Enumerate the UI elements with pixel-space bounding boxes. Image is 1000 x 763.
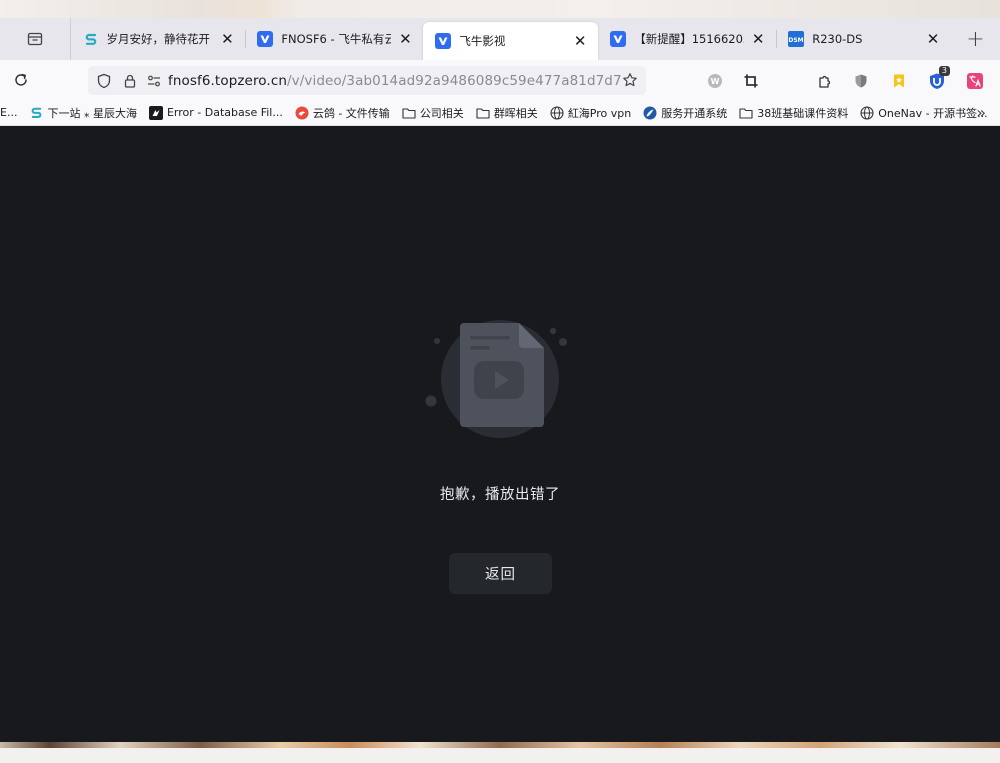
translate-extension-button[interactable] bbox=[960, 66, 990, 96]
url-text[interactable]: fnosf6.topzero.cn/v/video/3ab014ad92a948… bbox=[168, 73, 622, 89]
tab-new-reminder[interactable]: 【新提醒】15166205993 ✕ bbox=[598, 18, 776, 60]
tab-feiniu-video[interactable]: 飞牛影视 ✕ bbox=[423, 22, 599, 60]
globe-icon bbox=[860, 105, 874, 120]
close-tab-icon[interactable]: ✕ bbox=[925, 30, 941, 48]
url-path: /v/video/3ab014ad92a9486089c59e477a81d7d… bbox=[287, 72, 622, 89]
url-bar[interactable]: fnosf6.topzero.cn/v/video/3ab014ad92a948… bbox=[88, 66, 646, 95]
shield-icon[interactable] bbox=[96, 73, 112, 89]
bookmark-folder[interactable]: 38班基础课件资料 bbox=[733, 100, 854, 126]
close-tab-icon[interactable]: ✕ bbox=[572, 32, 588, 50]
close-tab-icon[interactable]: ✕ bbox=[219, 30, 235, 48]
bookmark-item[interactable]: 服务开通系统 bbox=[637, 100, 733, 126]
desktop-wallpaper-bottom bbox=[0, 742, 1000, 763]
error-icon bbox=[148, 105, 163, 120]
bookmark-extension-button[interactable] bbox=[884, 66, 914, 96]
tab-manager-button[interactable] bbox=[0, 18, 71, 60]
w-extension-icon: W bbox=[708, 73, 722, 88]
tab-suiyue[interactable]: 岁月安好，静待花开 ✕ bbox=[71, 18, 246, 60]
bookmark-label: 群晖相关 bbox=[493, 106, 538, 120]
tab-title: 飞牛影视 bbox=[459, 34, 506, 48]
bookmark-item[interactable]: Error - Database Fil... bbox=[143, 100, 289, 126]
fnos-icon bbox=[257, 31, 274, 47]
bookmark-label: 下一站 ⁎ 星辰大海 bbox=[47, 106, 137, 120]
url-domain: fnosf6.topzero.cn bbox=[168, 72, 287, 89]
bookmark-label: 云鸽 - 文件传输 bbox=[312, 106, 390, 120]
bookmark-label: 紅海Pro vpn bbox=[567, 106, 632, 120]
back-button[interactable]: 返回 bbox=[449, 553, 552, 594]
bookmark-label: 38班基础课件资料 bbox=[757, 106, 849, 120]
tab-r230-ds[interactable]: DSM R230-DS ✕ bbox=[776, 18, 951, 60]
browser-window: 岁月安好，静待花开 ✕ FNOSF6 - 飞牛私有云fnOS ✕ 飞牛影视 ✕ … bbox=[0, 18, 1000, 744]
w-extension-button[interactable]: W bbox=[700, 66, 730, 96]
crop-icon bbox=[744, 74, 758, 87]
tab-title: R230-DS bbox=[812, 32, 863, 46]
privacy-shield-button[interactable] bbox=[846, 66, 876, 96]
translate-icon bbox=[967, 72, 983, 89]
bookmark-folder[interactable]: 群晖相关 bbox=[470, 100, 544, 126]
archive-box-icon bbox=[27, 32, 42, 46]
close-tab-icon[interactable]: ✕ bbox=[750, 30, 766, 48]
close-tab-icon[interactable]: ✕ bbox=[397, 30, 413, 48]
tab-fnosf6[interactable]: FNOSF6 - 飞牛私有云fnOS ✕ bbox=[245, 18, 423, 60]
fnos-icon bbox=[435, 33, 452, 49]
cloud-pigeon-icon bbox=[295, 106, 309, 120]
bookmarks-toolbar: E... 下一站 ⁎ 星辰大海 Error - Database Fil... … bbox=[0, 100, 1000, 126]
tab-title: FNOSF6 - 飞牛私有云fnOS bbox=[281, 32, 392, 46]
privacy-shield-icon bbox=[855, 74, 867, 87]
dsm-badge-text: DSM bbox=[789, 37, 804, 44]
bookmark-label: 服务开通系统 bbox=[661, 106, 728, 120]
bookmark-item[interactable]: 云鸽 - 文件传输 bbox=[289, 100, 396, 126]
bookmark-item[interactable]: 下一站 ⁎ 星辰大海 bbox=[23, 100, 143, 126]
bookmark-folder[interactable]: 公司相关 bbox=[396, 100, 470, 126]
folder-icon bbox=[739, 106, 753, 120]
extensions-button[interactable] bbox=[810, 66, 840, 96]
desktop-wallpaper-top bbox=[0, 0, 1000, 18]
extensions-area: W 3 bbox=[700, 65, 990, 96]
playback-error-message: 抱歉，播放出错了 bbox=[440, 487, 560, 503]
reload-button[interactable] bbox=[6, 65, 36, 95]
nav-toolbar: fnosf6.topzero.cn/v/video/3ab014ad92a948… bbox=[0, 60, 1000, 100]
bookmark-label: 公司相关 bbox=[419, 106, 464, 120]
more-bookmarks-chevron-icon[interactable]: » bbox=[970, 100, 992, 126]
bookmark-truncated[interactable]: E... bbox=[0, 100, 23, 126]
yellow-bookmark-icon bbox=[894, 74, 904, 87]
lock-icon[interactable] bbox=[122, 73, 138, 89]
bookmark-item[interactable]: 紅海Pro vpn bbox=[544, 100, 637, 126]
tab-title: 岁月安好，静待花开 bbox=[106, 32, 211, 46]
new-tab-button[interactable]: + bbox=[951, 18, 1000, 60]
crop-extension-button[interactable] bbox=[736, 66, 766, 96]
folder-icon bbox=[402, 106, 416, 120]
video-player-page: 抱歉，播放出错了 返回 bbox=[0, 126, 1000, 744]
u-extension-button[interactable]: 3 bbox=[922, 65, 952, 96]
reload-icon bbox=[15, 73, 27, 86]
s-logo-icon bbox=[83, 31, 99, 47]
video-file-error-icon bbox=[425, 320, 567, 438]
w-extension-label: W bbox=[711, 77, 720, 86]
fnos-icon bbox=[610, 31, 627, 47]
service-icon bbox=[643, 106, 657, 120]
bookmark-label: Error - Database Fil... bbox=[166, 106, 283, 119]
tab-title: 【新提醒】15166205993 bbox=[634, 32, 744, 46]
puzzle-icon bbox=[819, 75, 831, 88]
site-permissions-icon[interactable] bbox=[146, 73, 162, 89]
bookmark-star-icon[interactable] bbox=[622, 72, 638, 88]
folder-icon bbox=[476, 106, 490, 120]
extension-badge-count: 3 bbox=[938, 65, 950, 76]
dsm-icon: DSM bbox=[788, 31, 805, 47]
globe-icon bbox=[550, 105, 564, 120]
tab-strip: 岁月安好，静待花开 ✕ FNOSF6 - 飞牛私有云fnOS ✕ 飞牛影视 ✕ … bbox=[0, 18, 1000, 60]
s-logo-icon bbox=[29, 106, 43, 120]
